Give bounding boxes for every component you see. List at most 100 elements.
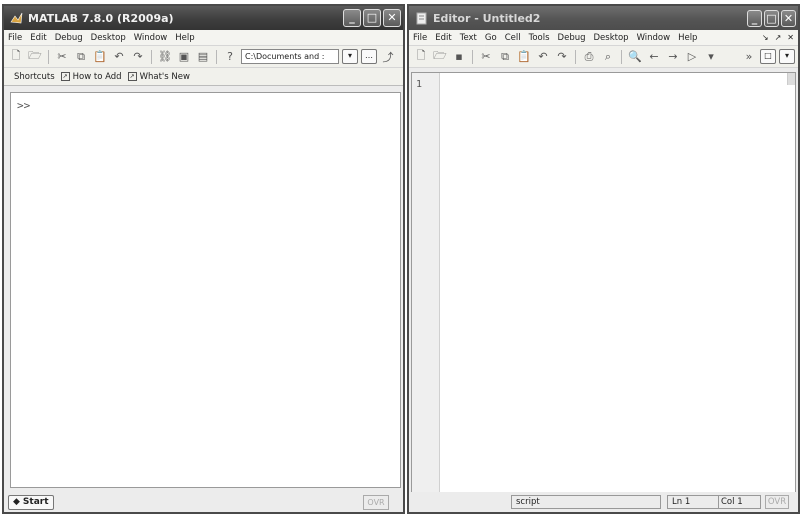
toolbar: 🗋 🗁 ✂ ⧉ 📋 ↶ ↷ ⛓ ▣ ▤ ? C:\Documents and :… <box>4 46 403 68</box>
maximize-button[interactable]: □ <box>764 9 779 27</box>
back-arrow-icon[interactable]: ← <box>646 49 662 65</box>
editor-title: Editor - Untitled2 <box>433 11 541 25</box>
matlab-logo-icon <box>10 12 23 25</box>
save-icon[interactable]: ▪ <box>451 49 467 65</box>
profiler-icon[interactable]: ▤ <box>195 49 211 65</box>
shortcut-icon: ↗ <box>127 72 137 81</box>
layout-icon[interactable]: □ <box>760 49 776 64</box>
find-icon[interactable]: 🔍 <box>627 49 643 65</box>
redo-icon[interactable]: ↷ <box>554 49 570 65</box>
editor-window: Editor - Untitled2 _ □ ✕ File Edit Text … <box>407 4 800 514</box>
cut-icon[interactable]: ✂ <box>54 49 70 65</box>
line-number-gutter: 1 <box>412 73 440 497</box>
toolbar-separator <box>575 49 576 64</box>
paste-icon[interactable]: 📋 <box>516 49 532 65</box>
toolbar-separator <box>48 49 49 64</box>
column-indicator: Col 1 <box>719 495 761 509</box>
shortcut-whats-new-label: What's New <box>139 71 190 82</box>
toolbar-separator <box>621 49 622 64</box>
new-file-icon[interactable]: 🗋 <box>8 49 24 65</box>
line-indicator: Ln 1 <box>667 495 719 509</box>
forward-arrow-icon[interactable]: → <box>665 49 681 65</box>
up-folder-icon[interactable]: ⤴ <box>380 49 396 65</box>
directory-dropdown-icon[interactable]: ▾ <box>342 49 358 64</box>
editor-toolbar: 🗋 🗁 ▪ ✂ ⧉ 📋 ↶ ↷ ⎙ ⌕ 🔍 ← → ▷ ▾ » □ ▾ <box>409 46 798 68</box>
editor-titlebar[interactable]: Editor - Untitled2 _ □ ✕ <box>409 6 798 30</box>
close-button[interactable]: ✕ <box>781 9 796 27</box>
menu-desktop[interactable]: Desktop <box>91 33 126 43</box>
shortcut-icon: ↗ <box>60 72 70 81</box>
line-number: 1 <box>416 79 423 90</box>
shortcuts-bar: Shortcuts ↗ How to Add ↗ What's New <box>4 68 403 86</box>
menu-debug[interactable]: Debug <box>55 33 83 43</box>
paste-icon[interactable]: 📋 <box>92 49 108 65</box>
open-file-icon[interactable]: 🗁 <box>27 49 43 65</box>
start-icon: ◆ <box>13 496 20 507</box>
overwrite-indicator: OVR <box>363 494 389 510</box>
shortcut-how-to-add-label: How to Add <box>72 71 122 82</box>
copy-icon[interactable]: ⧉ <box>73 49 89 65</box>
guide-icon[interactable]: ▣ <box>176 49 192 65</box>
toolbar-separator <box>151 49 152 64</box>
layout-dropdown-icon[interactable]: ▾ <box>779 49 795 64</box>
undock-icon[interactable]: ↗ <box>775 33 782 42</box>
toolbar-separator <box>472 49 473 64</box>
open-file-icon[interactable]: 🗁 <box>432 49 448 65</box>
close-editor-icon[interactable]: ✕ <box>787 33 794 42</box>
scrollbar[interactable] <box>787 73 795 85</box>
cut-icon[interactable]: ✂ <box>478 49 494 65</box>
undo-icon[interactable]: ↶ <box>111 49 127 65</box>
breakpoint-icon[interactable]: ▷ <box>684 49 700 65</box>
close-button[interactable]: ✕ <box>383 9 401 27</box>
redo-icon[interactable]: ↷ <box>130 49 146 65</box>
toolbar-overflow-icon[interactable]: » <box>741 49 757 65</box>
help-icon[interactable]: ? <box>222 49 238 65</box>
matlab-window: MATLAB 7.8.0 (R2009a) _ □ ✕ File Edit De… <box>2 4 405 514</box>
start-button[interactable]: ◆ Start <box>8 494 54 510</box>
editor-status-bar: script Ln 1 Col 1 OVR <box>409 492 798 512</box>
browse-folder-icon[interactable]: … <box>361 49 377 64</box>
editor-dock-controls: ↘ ↗ ✕ <box>762 33 798 42</box>
menu-go[interactable]: Go <box>485 33 497 43</box>
simulink-icon[interactable]: ⛓ <box>157 49 173 65</box>
menu-file[interactable]: File <box>413 33 427 43</box>
matlab-titlebar[interactable]: MATLAB 7.8.0 (R2009a) _ □ ✕ <box>4 6 403 30</box>
menu-text[interactable]: Text <box>460 33 477 43</box>
dock-icon[interactable]: ↘ <box>762 33 769 42</box>
menu-cell[interactable]: Cell <box>505 33 521 43</box>
find-files-icon[interactable]: ⌕ <box>600 49 616 65</box>
chevron-down-icon[interactable]: ▾ <box>703 49 719 65</box>
menu-file[interactable]: File <box>8 33 22 43</box>
overwrite-indicator: OVR <box>765 495 789 509</box>
command-window[interactable]: >> <box>10 92 401 488</box>
menu-window[interactable]: Window <box>637 33 671 43</box>
editor-text-area[interactable]: 1 <box>411 72 796 498</box>
menu-debug[interactable]: Debug <box>558 33 586 43</box>
maximize-button[interactable]: □ <box>363 9 381 27</box>
editor-menu-bar: File Edit Text Go Cell Tools Debug Deskt… <box>409 30 798 46</box>
undo-icon[interactable]: ↶ <box>535 49 551 65</box>
window-title: MATLAB 7.8.0 (R2009a) <box>28 11 174 25</box>
menu-bar: File Edit Debug Desktop Window Help <box>4 30 403 46</box>
shortcut-whats-new[interactable]: ↗ What's New <box>127 71 190 82</box>
print-icon[interactable]: ⎙ <box>581 49 597 65</box>
minimize-button[interactable]: _ <box>343 9 361 27</box>
menu-window[interactable]: Window <box>134 33 168 43</box>
menu-edit[interactable]: Edit <box>435 33 451 43</box>
shortcut-how-to-add[interactable]: ↗ How to Add <box>60 71 122 82</box>
new-file-icon[interactable]: 🗋 <box>413 49 429 65</box>
current-directory-field[interactable]: C:\Documents and : <box>241 49 339 64</box>
menu-help[interactable]: Help <box>175 33 194 43</box>
shortcuts-label[interactable]: Shortcuts <box>14 72 55 82</box>
menu-desktop[interactable]: Desktop <box>594 33 629 43</box>
minimize-button[interactable]: _ <box>747 9 762 27</box>
toolbar-separator <box>216 49 217 64</box>
copy-icon[interactable]: ⧉ <box>497 49 513 65</box>
editor-document-icon <box>415 12 428 25</box>
file-type-indicator: script <box>511 495 661 509</box>
menu-help[interactable]: Help <box>678 33 697 43</box>
start-label: Start <box>22 496 49 507</box>
command-prompt: >> <box>17 99 31 112</box>
menu-tools[interactable]: Tools <box>529 33 550 43</box>
menu-edit[interactable]: Edit <box>30 33 46 43</box>
